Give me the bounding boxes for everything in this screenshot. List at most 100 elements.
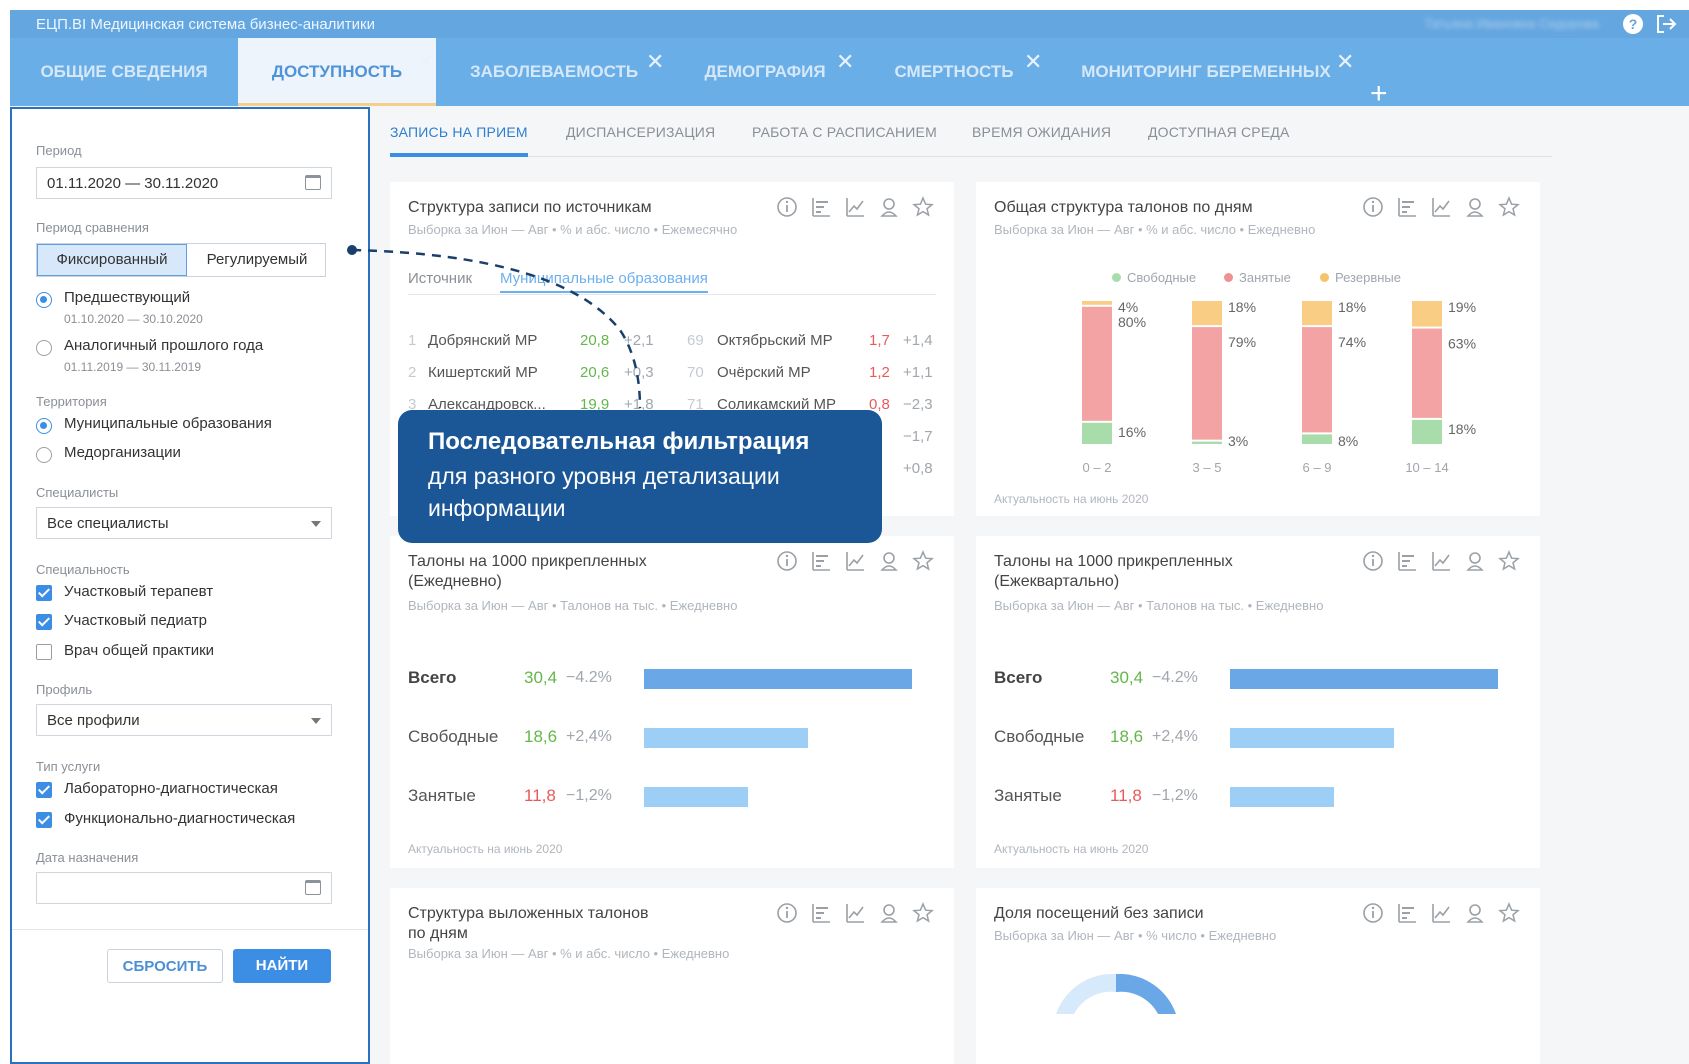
info-icon[interactable] — [1362, 196, 1384, 218]
tab-source[interactable]: Источник — [408, 270, 472, 287]
profile-label: Профиль — [36, 682, 93, 697]
map-pin-icon[interactable] — [878, 196, 900, 218]
star-icon[interactable] — [1498, 196, 1520, 218]
user-name[interactable]: Татьяна Ивановна Сидорова — [1424, 16, 1599, 31]
stack-segment[interactable] — [1082, 301, 1112, 305]
line-chart-icon[interactable] — [844, 196, 866, 218]
map-pin-icon[interactable] — [1464, 902, 1486, 924]
subtab-waiting-time[interactable]: ВРЕМЯ ОЖИДАНИЯ — [972, 124, 1111, 140]
subtab-schedule[interactable]: РАБОТА С РАСПИСАНИЕМ — [752, 124, 937, 140]
info-icon[interactable] — [1362, 902, 1384, 924]
hbar-label: Свободные — [408, 727, 499, 746]
promo-callout: Последовательная фильтрация для разного … — [398, 410, 882, 543]
specialty-pediatrician-checkbox[interactable] — [36, 614, 52, 630]
bar-chart-icon[interactable] — [1396, 550, 1418, 572]
card-subtitle: Выборка за Июн — Авг • % и абс. число • … — [994, 222, 1316, 237]
tab-pregnancy-monitoring[interactable]: МОНИТОРИНГ БЕРЕМЕННЫХ — [1078, 38, 1334, 106]
stack-segment[interactable] — [1082, 422, 1112, 444]
territory-medorg-radio[interactable] — [36, 447, 52, 463]
stack-segment[interactable] — [1412, 328, 1442, 418]
specialty-gp-label: Врач общей практики — [64, 642, 215, 659]
hbar-row[interactable]: Свободные 18,6 +2,4% — [408, 727, 928, 749]
specialists-select[interactable]: Все специалисты — [36, 507, 332, 539]
close-icon[interactable]: ✕ — [1024, 51, 1042, 73]
tab-demography[interactable]: ДЕМОГРАФИЯ — [700, 38, 830, 106]
add-tab-icon[interactable]: + — [1370, 79, 1388, 109]
main-tabs: ОБЩИЕ СВЕДЕНИЯ ДОСТУПНОСТЬ ✕ ЗАБОЛЕВАЕМО… — [10, 38, 1689, 109]
info-icon[interactable] — [776, 550, 798, 572]
close-icon[interactable]: ✕ — [836, 51, 854, 73]
bar-chart-icon[interactable] — [1396, 902, 1418, 924]
star-icon[interactable] — [912, 550, 934, 572]
stack-segment[interactable] — [1302, 327, 1332, 433]
period-input[interactable]: 01.11.2020 — 30.11.2020 — [36, 167, 332, 199]
hbar-row[interactable]: Всего 30,4 −4.2% — [994, 668, 1514, 690]
stack-segment[interactable] — [1192, 327, 1222, 440]
info-icon[interactable] — [776, 196, 798, 218]
previous-range: 01.10.2020 — 30.10.2020 — [64, 312, 203, 326]
stack-segment[interactable] — [1412, 301, 1442, 327]
help-icon[interactable]: ? — [1623, 14, 1643, 34]
card-toolbar — [1362, 196, 1530, 218]
close-icon[interactable]: ✕ — [1336, 51, 1354, 73]
service-functional-checkbox[interactable] — [36, 812, 52, 828]
tab-general[interactable]: ОБЩИЕ СВЕДЕНИЯ — [10, 38, 238, 106]
subtab-dispensary[interactable]: ДИСПАНСЕРИЗАЦИЯ — [566, 124, 715, 140]
hbar-row[interactable]: Занятые 11,8 −1,2% — [408, 786, 928, 808]
calendar-icon[interactable] — [305, 880, 321, 895]
profile-select[interactable]: Все профили — [36, 704, 332, 736]
stack-segment[interactable] — [1192, 301, 1222, 326]
card-title-line2: (Ежедневно) — [408, 573, 502, 590]
info-icon[interactable] — [1362, 550, 1384, 572]
map-pin-icon[interactable] — [878, 902, 900, 924]
map-pin-icon[interactable] — [878, 550, 900, 572]
find-button[interactable]: НАЙТИ — [233, 949, 331, 983]
bar-chart-icon[interactable] — [810, 902, 832, 924]
adjustable-button[interactable]: Регулируемый — [189, 244, 325, 276]
hbar-row[interactable]: Занятые 11,8 −1,2% — [994, 786, 1514, 808]
info-icon[interactable] — [776, 902, 798, 924]
calendar-icon[interactable] — [305, 175, 321, 190]
line-chart-icon[interactable] — [844, 902, 866, 924]
stack-segment[interactable] — [1412, 419, 1442, 444]
tab-mortality[interactable]: СМЕРТНОСТЬ — [890, 38, 1018, 106]
line-chart-icon[interactable] — [1430, 902, 1452, 924]
last-year-radio[interactable] — [36, 340, 52, 356]
stack-segment[interactable] — [1082, 306, 1112, 421]
territory-municipal-radio[interactable] — [36, 418, 52, 434]
fixed-button[interactable]: Фиксированный — [37, 244, 187, 276]
bar-chart-icon[interactable] — [1396, 196, 1418, 218]
tab-morbidity[interactable]: ЗАБОЛЕВАЕМОСТЬ — [470, 38, 638, 106]
stack-segment[interactable] — [1302, 434, 1332, 444]
tab-municipal[interactable]: Муниципальные образования — [500, 270, 708, 293]
close-icon[interactable]: ✕ — [646, 51, 664, 73]
service-lab-checkbox[interactable] — [36, 782, 52, 798]
tab-availability[interactable]: ДОСТУПНОСТЬ — [238, 38, 436, 106]
hbar-row[interactable]: Свободные 18,6 +2,4% — [994, 727, 1514, 749]
hbar-row[interactable]: Всего 30,4 −4.2% — [408, 668, 928, 690]
specialty-therapist-checkbox[interactable] — [36, 585, 52, 601]
stack-segment[interactable] — [1302, 301, 1332, 326]
star-icon[interactable] — [1498, 550, 1520, 572]
star-icon[interactable] — [912, 902, 934, 924]
subtab-appointments[interactable]: ЗАПИСЬ НА ПРИЕМ — [390, 124, 528, 140]
line-chart-icon[interactable] — [1430, 196, 1452, 218]
bar-chart-icon[interactable] — [810, 196, 832, 218]
assign-date-input[interactable] — [36, 872, 332, 904]
previous-radio[interactable] — [36, 292, 52, 308]
reset-button[interactable]: СБРОСИТЬ — [107, 949, 223, 983]
star-icon[interactable] — [1498, 902, 1520, 924]
star-icon[interactable] — [912, 196, 934, 218]
map-pin-icon[interactable] — [1464, 196, 1486, 218]
bar-chart-icon[interactable] — [810, 550, 832, 572]
specialty-gp-checkbox[interactable] — [36, 644, 52, 660]
legend-reserve: Резервные — [1320, 270, 1401, 285]
stack-segment[interactable] — [1192, 441, 1222, 444]
map-pin-icon[interactable] — [1464, 550, 1486, 572]
close-icon[interactable]: ✕ — [416, 51, 434, 73]
subtab-accessible-env[interactable]: ДОСТУПНАЯ СРЕДА — [1148, 124, 1290, 140]
line-chart-icon[interactable] — [1430, 550, 1452, 572]
line-chart-icon[interactable] — [844, 550, 866, 572]
logout-icon[interactable] — [1655, 14, 1677, 34]
card-title: Структура записи по источникам — [408, 199, 652, 216]
